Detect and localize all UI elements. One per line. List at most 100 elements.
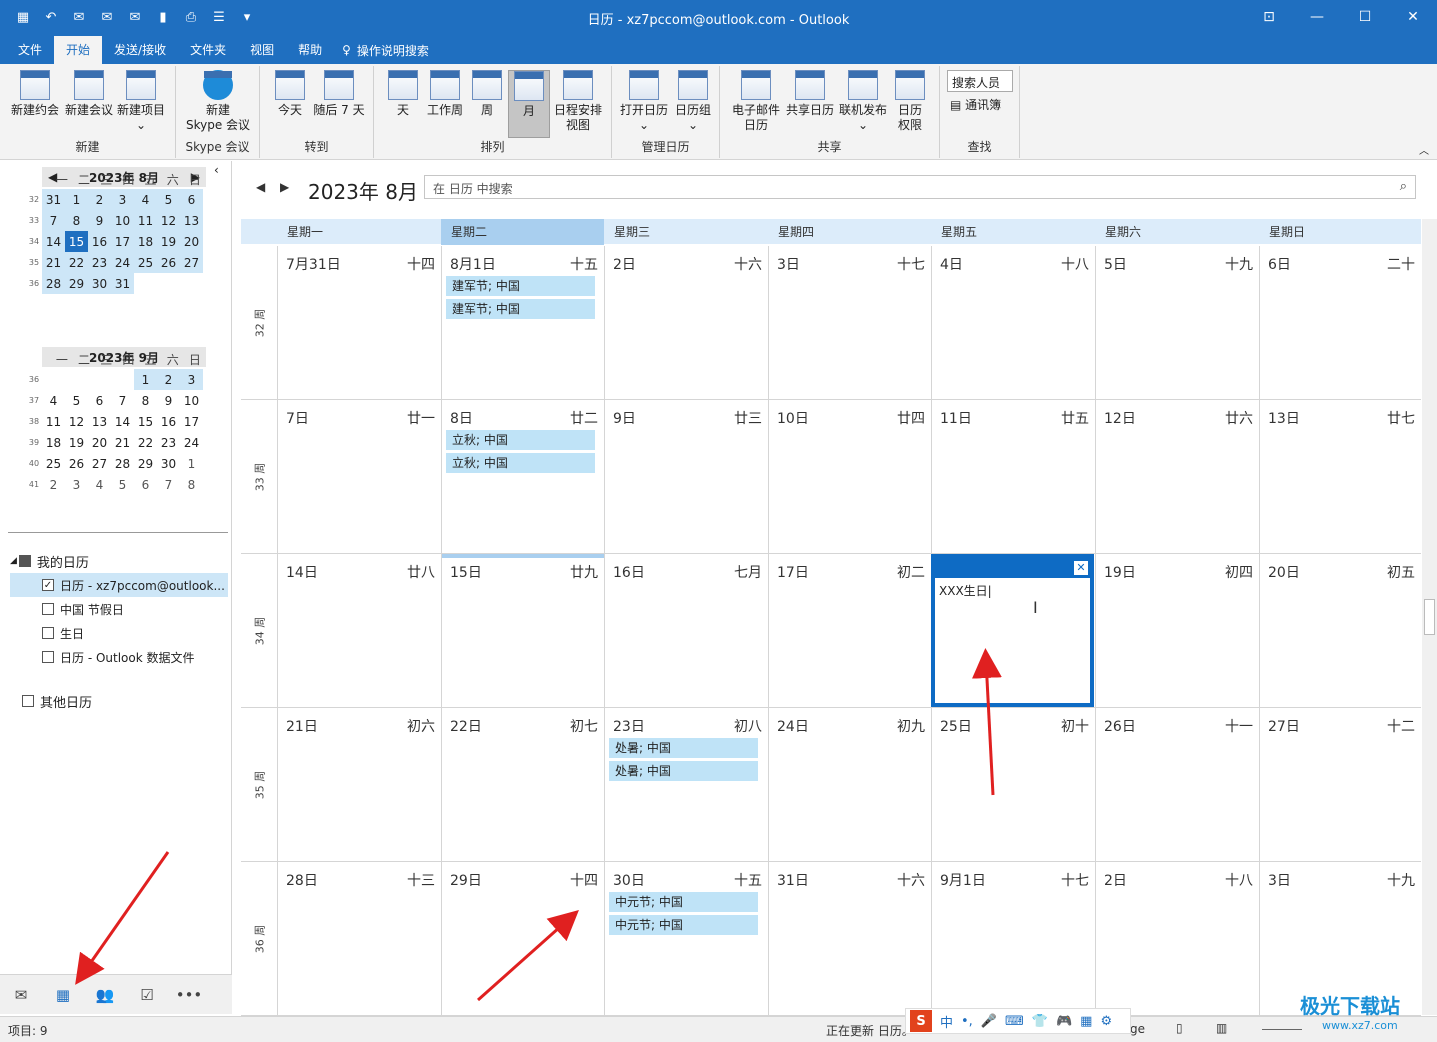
today-button[interactable]: 今天 — [268, 70, 312, 118]
punctuation-icon[interactable]: •, — [961, 1014, 973, 1029]
mini-calendar-day[interactable]: 26 — [65, 453, 88, 474]
week-label[interactable]: 36 周 — [241, 862, 277, 1015]
day-cell[interactable]: 9月1日 十七 — [931, 862, 1095, 1015]
week-view-button[interactable]: 周 — [468, 70, 506, 118]
tab-home[interactable]: 开始 — [54, 36, 103, 64]
group-checkbox[interactable] — [18, 555, 31, 567]
mini-calendar-day[interactable]: 14 — [111, 411, 134, 432]
mini-calendar-day[interactable]: 30 — [88, 273, 111, 294]
calendar-groups-button[interactable]: 日历组 ⌄ — [670, 70, 716, 133]
mini-calendar-day[interactable]: 5 — [65, 390, 88, 411]
calendar-checkbox[interactable] — [42, 651, 54, 663]
mini-calendar-day[interactable]: 14 — [42, 231, 65, 252]
mini-calendar-day[interactable]: 10 — [111, 210, 134, 231]
mini-calendar-day[interactable]: 4 — [42, 390, 65, 411]
mini-calendar-day[interactable]: 7 — [42, 210, 65, 231]
day-cell[interactable]: 24日 初九 — [768, 708, 931, 861]
mini-calendar-day[interactable]: 9 — [88, 210, 111, 231]
share-calendar-button[interactable]: 共享日历 — [784, 70, 836, 118]
new-event-editor[interactable]: ✕ XXX生日| — [931, 554, 1094, 707]
day-cell[interactable]: 21日 初六 — [277, 708, 441, 861]
skin-icon[interactable]: 👕 — [1032, 1014, 1048, 1029]
mini-calendar-day[interactable]: 8 — [134, 390, 157, 411]
my-calendars-group[interactable]: ◢ 我的日历 — [10, 549, 228, 573]
next-month-arrow-icon[interactable]: ▶ — [280, 180, 289, 194]
mini-week-number[interactable]: 37 — [26, 390, 42, 411]
calendar-event[interactable]: 立秋; 中国 — [443, 430, 595, 450]
day-cell[interactable]: 7月31日 十四 — [277, 246, 441, 399]
calendar-event[interactable]: 处暑; 中国 — [606, 738, 758, 758]
calendar-icon[interactable]: ▦ — [42, 986, 84, 1004]
week-label[interactable]: 35 周 — [241, 708, 277, 861]
calendar-event[interactable]: 处暑; 中国 — [606, 761, 758, 781]
day-cell[interactable]: 31日 十六 — [768, 862, 931, 1015]
day-cell[interactable]: 8日 廿二 立秋; 中国 立秋; 中国 — [441, 400, 604, 553]
mini-calendar-day[interactable]: 19 — [65, 432, 88, 453]
mini-week-number[interactable]: 39 — [26, 432, 42, 453]
day-cell[interactable]: 7日 廿一 — [277, 400, 441, 553]
mini-calendar-day[interactable]: 28 — [42, 273, 65, 294]
mini-calendar-day[interactable]: 15 — [134, 411, 157, 432]
week-label[interactable]: 32 周 — [241, 246, 277, 399]
month-view-button[interactable]: 月 — [508, 70, 550, 138]
schedule-view-button[interactable]: 日程安排 视图 — [550, 70, 606, 133]
day-cell[interactable]: 8月1日 十五 建军节; 中国 建军节; 中国 — [441, 246, 604, 399]
mini-calendar-day[interactable]: 29 — [65, 273, 88, 294]
day-cell[interactable]: 23日 初八 处暑; 中国 处暑; 中国 — [604, 708, 768, 861]
next-7-days-button[interactable]: 随后 7 天 — [310, 70, 368, 118]
calendar-search-input[interactable]: 在 日历 中搜索 ⌕ — [424, 175, 1416, 199]
mini-week-number[interactable]: 33 — [26, 210, 42, 231]
group-checkbox[interactable] — [22, 695, 34, 707]
calendar-item-datafile[interactable]: 日历 - Outlook 数据文件 — [10, 645, 228, 669]
keyboard-icon[interactable]: ⌨ — [1005, 1014, 1024, 1029]
calendar-event[interactable]: 建军节; 中国 — [443, 276, 595, 296]
day-cell[interactable]: 30日 十五 中元节; 中国 中元节; 中国 — [604, 862, 768, 1015]
game-icon[interactable]: 🎮 — [1056, 1014, 1072, 1029]
mini-calendar-day[interactable]: 27 — [180, 252, 203, 273]
reading-view-icon[interactable]: ▥ — [1216, 1021, 1227, 1035]
day-cell[interactable]: 14日 廿八 — [277, 554, 441, 707]
tell-me-search[interactable]: ♀ 操作说明搜索 — [342, 42, 429, 59]
work-week-view-button[interactable]: 工作周 — [422, 70, 468, 118]
mini-calendar-day[interactable]: 16 — [88, 231, 111, 252]
mini-calendar-day[interactable]: 15 — [65, 231, 88, 252]
email-calendar-button[interactable]: 电子邮件 日历 — [726, 70, 786, 133]
mini-calendar-day[interactable]: 9 — [157, 390, 180, 411]
calendar-item-holidays[interactable]: 中国 节假日 — [10, 597, 228, 621]
mini-calendar-day[interactable]: 21 — [42, 252, 65, 273]
day-cell[interactable]: 26日 十一 — [1095, 708, 1259, 861]
new-appointment-button[interactable]: 新建约会 — [8, 70, 62, 118]
mini-calendar-day[interactable]: 31 — [111, 273, 134, 294]
mini-calendar-day[interactable]: 19 — [157, 231, 180, 252]
mini-calendar-day[interactable]: 25 — [134, 252, 157, 273]
day-cell[interactable]: 13日 廿七 — [1259, 400, 1421, 553]
people-icon[interactable]: 👥 — [84, 986, 126, 1004]
day-cell[interactable]: 15日 廿九 — [441, 554, 604, 707]
day-cell[interactable]: 11日 廿五 — [931, 400, 1095, 553]
mini-calendar-day[interactable]: 13 — [180, 210, 203, 231]
calendar-event[interactable]: 中元节; 中国 — [606, 892, 758, 912]
mini-week-number[interactable]: 34 — [26, 231, 42, 252]
day-view-button[interactable]: 天 — [384, 70, 422, 118]
event-subject-input[interactable]: XXX生日| — [939, 582, 992, 599]
mini-week-number[interactable]: 40 — [26, 453, 42, 474]
calendar-checkbox[interactable] — [42, 627, 54, 639]
mini-calendar-day[interactable]: 7 — [111, 390, 134, 411]
tasks-icon[interactable]: ☑ — [126, 986, 168, 1004]
mini-calendar-day[interactable]: 2 — [42, 474, 65, 495]
calendar-item-outlook[interactable]: ✓ 日历 - xz7pccom@outlook... — [10, 573, 228, 597]
mini-calendar-day[interactable]: 29 — [134, 453, 157, 474]
calendar-event[interactable]: 中元节; 中国 — [606, 915, 758, 935]
mini-calendar-day[interactable]: 24 — [111, 252, 134, 273]
toolbox-icon[interactable]: ▦ — [1080, 1014, 1092, 1029]
day-cell[interactable]: 17日 初二 — [768, 554, 931, 707]
new-items-button[interactable]: 新建项目 ⌄ — [114, 70, 168, 133]
mini-week-number[interactable]: 38 — [26, 411, 42, 432]
more-icon[interactable]: ••• — [168, 986, 210, 1004]
day-cell[interactable]: 27日 十二 — [1259, 708, 1421, 861]
ime-lang[interactable]: 中 — [940, 1012, 953, 1031]
mini-calendar-day[interactable]: 18 — [134, 231, 157, 252]
mini-week-number[interactable]: 36 — [26, 273, 42, 294]
week-label[interactable]: 33 周 — [241, 400, 277, 553]
settings-icon[interactable]: ⚙ — [1100, 1014, 1112, 1029]
